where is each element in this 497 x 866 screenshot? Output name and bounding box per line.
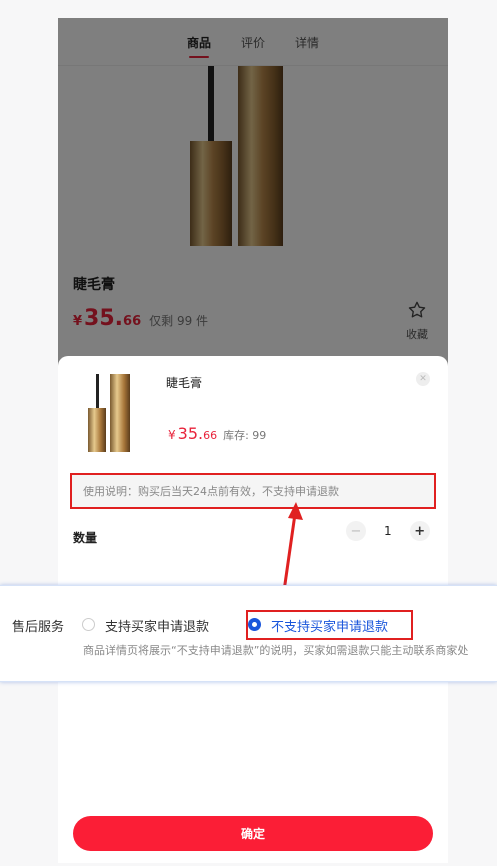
sheet-price-integer: 35. (177, 424, 204, 443)
decrement-button[interactable]: − (346, 521, 366, 541)
sheet-price-decimal: 66 (203, 429, 218, 442)
sheet-product-title: 睫毛膏 (166, 376, 203, 390)
radio-no-refund[interactable] (248, 618, 261, 631)
sheet-product-thumbnail (88, 374, 130, 452)
increment-button[interactable]: + (409, 521, 430, 541)
sheet-stock: 库存: 99 (223, 429, 267, 442)
usage-note: 使用说明：购买后当天24点前有效，不支持申请退款 (70, 473, 436, 509)
phone-preview: 商品 评价 详情 睫毛膏 ¥ 35. 66 仅剩 (58, 18, 448, 863)
stage: 商品 评价 详情 睫毛膏 ¥ 35. 66 仅剩 (0, 0, 497, 866)
sheet-price: ¥ 35. 66 库存: 99 (168, 424, 266, 443)
close-icon[interactable]: ✕ (416, 372, 430, 386)
confirm-button[interactable]: 确定 (73, 816, 433, 851)
after-sales-hint: 商品详情页将展示“不支持申请退款”的说明，买家如需退款只能主动联系商家处 (83, 644, 469, 657)
sheet-currency-symbol: ¥ (168, 428, 176, 442)
quantity-label: 数量 (73, 531, 98, 545)
radio-support-refund[interactable] (82, 618, 95, 631)
quantity-stepper: − 1 + (346, 521, 430, 541)
quantity-value[interactable]: 1 (384, 524, 392, 538)
radio-no-refund-label[interactable]: 不支持买家申请退款 (271, 616, 388, 635)
after-sales-label: 售后服务 (12, 620, 65, 635)
radio-support-refund-label[interactable]: 支持买家申请退款 (105, 616, 209, 635)
after-sales-panel: 售后服务 支持买家申请退款 不支持买家申请退款 商品详情页将展示“不支持申请退款… (0, 585, 497, 682)
